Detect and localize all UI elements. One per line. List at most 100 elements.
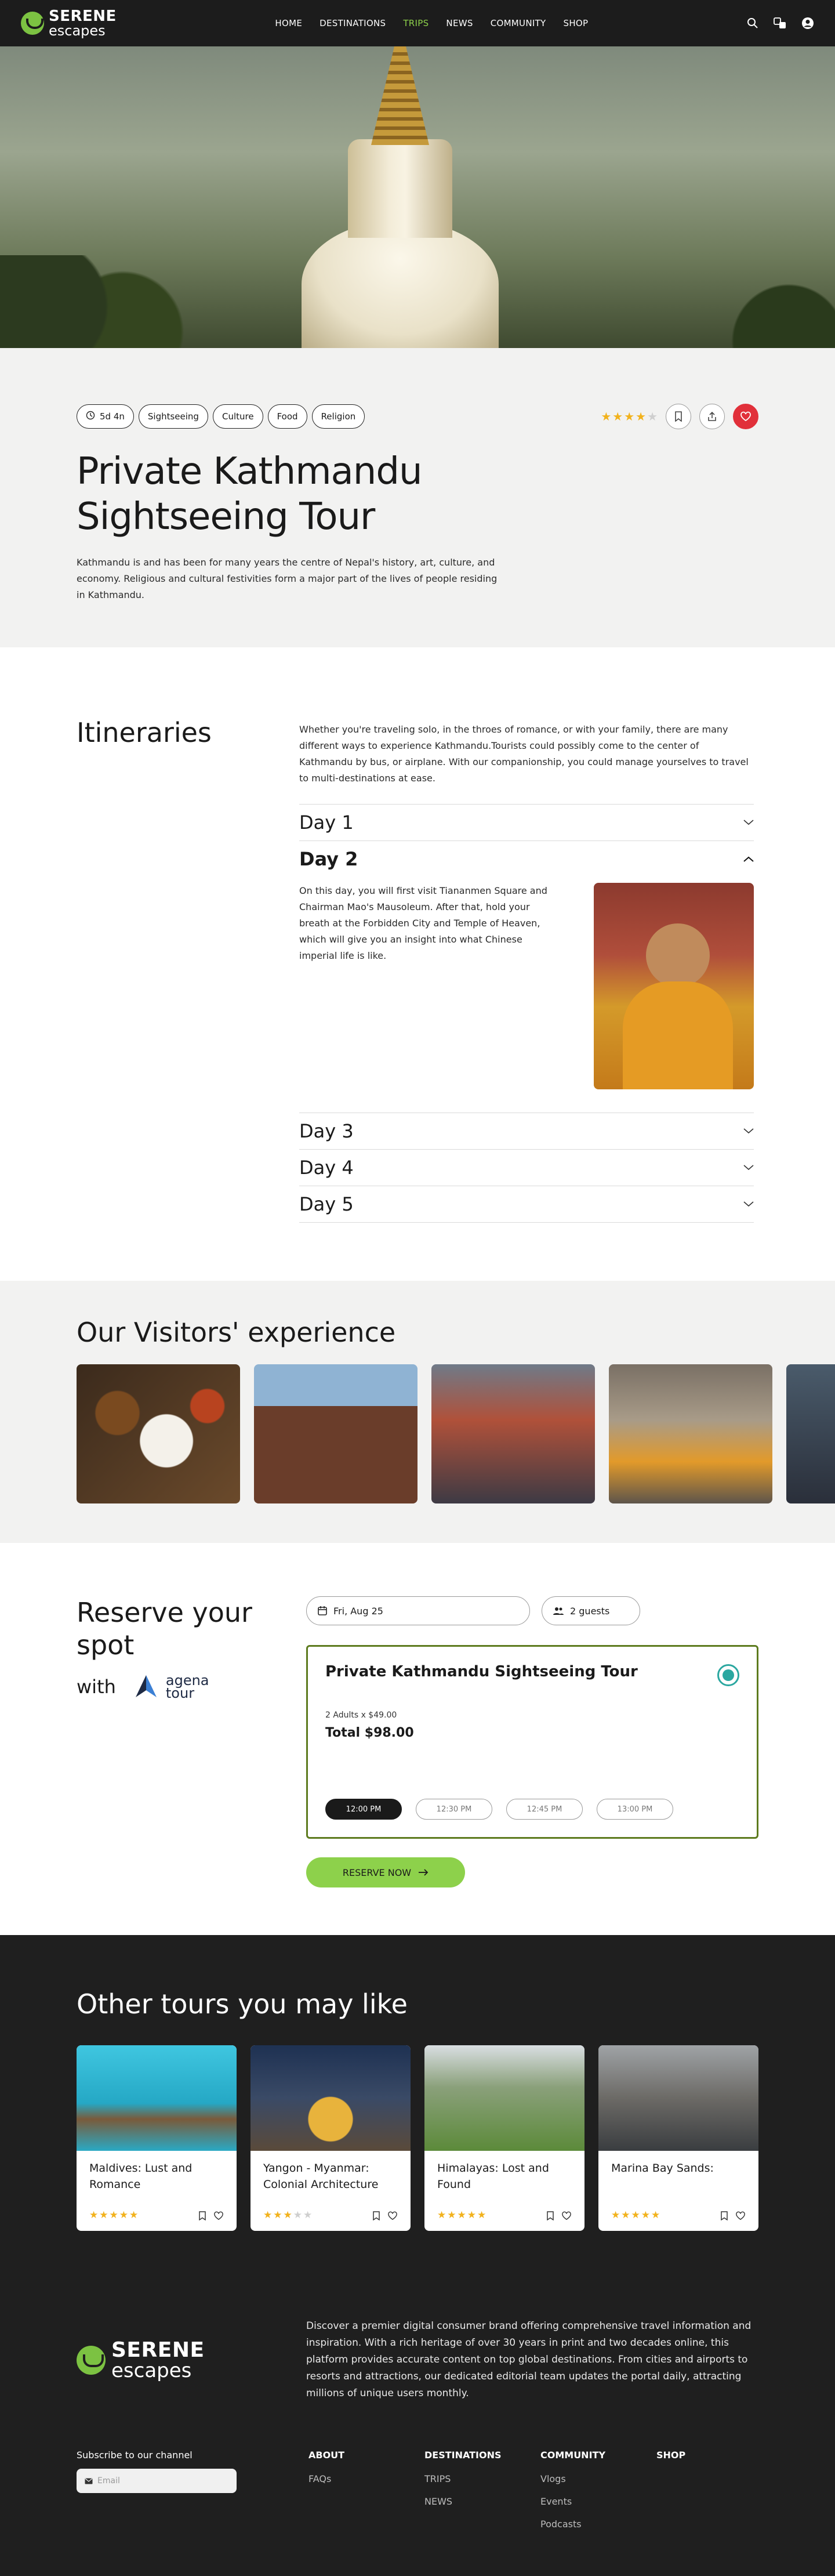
translate-icon[interactable] — [774, 17, 786, 30]
footer-col-heading[interactable]: COMMUNITY — [540, 2450, 656, 2461]
heart-icon[interactable] — [213, 2211, 224, 2220]
logo-line2: escapes — [49, 23, 106, 39]
logo-icon — [21, 12, 44, 35]
gallery-photo[interactable] — [431, 1364, 595, 1503]
tag-religion[interactable]: Religion — [311, 404, 365, 429]
nav-community[interactable]: COMMUNITY — [491, 18, 546, 28]
itineraries-section: Itineraries Whether you're traveling sol… — [0, 647, 835, 1281]
nav-shop[interactable]: SHOP — [564, 18, 589, 28]
star-filled-icon: ★ — [636, 410, 647, 423]
star-filled-icon: ★ — [651, 2209, 660, 2221]
partner-line2: tour — [165, 1685, 195, 1701]
day-toggle-5[interactable]: Day 5 — [299, 1186, 754, 1222]
logo[interactable]: SERENE escapes — [21, 9, 117, 38]
duration-label: 5d 4n — [100, 411, 125, 422]
duration-tag: 5d 4n — [77, 404, 134, 429]
gallery-photo[interactable] — [786, 1364, 835, 1503]
time-slot[interactable]: 12:30 PM — [416, 1799, 492, 1820]
star-filled-icon: ★ — [631, 2209, 640, 2221]
footer-link[interactable]: Vlogs — [540, 2473, 656, 2484]
tour-card[interactable]: Himalayas: Lost and Found ★ ★ ★ ★ ★ — [424, 2045, 584, 2231]
footer-col-heading[interactable]: ABOUT — [308, 2450, 424, 2461]
tour-name: Yangon - Myanmar: Colonial Architecture — [263, 2162, 379, 2191]
tag-sightseeing[interactable]: Sightseeing — [138, 404, 208, 429]
bookmark-icon[interactable] — [720, 2211, 728, 2220]
reserve-now-button[interactable]: RESERVE NOW — [306, 1857, 465, 1887]
day-details: On this day, you will first visit Tianan… — [299, 877, 754, 1113]
search-icon[interactable] — [747, 17, 758, 29]
footer-link[interactable]: Podcasts — [540, 2519, 656, 2530]
booking-option-card[interactable]: Private Kathmandu Sightseeing Tour 2 Adu… — [306, 1645, 758, 1839]
nav-trips[interactable]: TRIPS — [403, 18, 429, 28]
other-tours-heading: Other tours you may like — [77, 1988, 408, 2020]
footer-col-destinations: DESTINATIONS TRIPS NEWS — [424, 2450, 540, 2541]
itineraries-intro: Whether you're traveling solo, in the th… — [299, 724, 749, 784]
page-title: Private Kathmandu Sightseeing Tour — [77, 450, 423, 538]
day-label: Day 5 — [299, 1193, 354, 1215]
tag-food[interactable]: Food — [267, 404, 307, 429]
nav-destinations[interactable]: DESTINATIONS — [320, 18, 386, 28]
footer-link[interactable]: TRIPS — [424, 2473, 540, 2484]
tour-card[interactable]: Marina Bay Sands: ★ ★ ★ ★ ★ — [598, 2045, 758, 2231]
chevron-down-icon — [743, 1201, 754, 1207]
star-empty-icon: ★ — [293, 2209, 302, 2221]
footer-link[interactable]: NEWS — [424, 2496, 540, 2507]
nav-news[interactable]: NEWS — [446, 18, 473, 28]
tour-rating: ★ ★ ★ ★ ★ — [263, 2211, 312, 2220]
heart-icon[interactable] — [387, 2211, 398, 2220]
tour-name: Maldives: Lust and Romance — [89, 2162, 193, 2191]
day-label: Day 4 — [299, 1157, 354, 1179]
star-filled-icon: ★ — [467, 2209, 476, 2221]
nav-home[interactable]: HOME — [275, 18, 302, 28]
day-toggle-2[interactable]: Day 2 — [299, 841, 754, 877]
tour-card[interactable]: Yangon - Myanmar: Colonial Architecture … — [251, 2045, 411, 2231]
time-slot[interactable]: 13:00 PM — [597, 1799, 673, 1820]
bookmark-icon[interactable] — [198, 2211, 206, 2220]
day-toggle-3[interactable]: Day 3 — [299, 1113, 754, 1149]
day-toggle-1[interactable]: Day 1 — [299, 805, 754, 840]
footer-col-about: ABOUT FAQs — [308, 2450, 424, 2541]
email-placeholder: Email — [97, 2476, 120, 2486]
email-field[interactable]: Email — [77, 2469, 237, 2493]
tag-culture[interactable]: Culture — [212, 404, 263, 429]
logo-line1: SERENE — [49, 8, 117, 25]
reserve-now-label: RESERVE NOW — [342, 1867, 412, 1878]
itineraries-heading: Itineraries — [77, 717, 212, 748]
heart-icon[interactable] — [735, 2211, 746, 2220]
clock-icon — [86, 411, 95, 422]
tour-card[interactable]: Maldives: Lust and Romance ★ ★ ★ ★ ★ — [77, 2045, 237, 2231]
day-item-1: Day 1 — [299, 804, 754, 840]
star-filled-icon: ★ — [437, 2209, 446, 2221]
footer-col-community: COMMUNITY Vlogs Events Podcasts — [540, 2450, 656, 2541]
account-icon[interactable] — [801, 17, 814, 30]
footer-logo[interactable]: SERENE escapes — [77, 2318, 306, 2402]
footer-link[interactable]: Events — [540, 2496, 656, 2507]
guests-picker[interactable]: 2 guests — [542, 1596, 640, 1625]
tour-photo — [77, 2045, 237, 2151]
share-button[interactable] — [699, 404, 725, 429]
gallery-photo[interactable] — [254, 1364, 418, 1503]
day-label: Day 2 — [299, 848, 358, 870]
date-picker[interactable]: Fri, Aug 25 — [306, 1596, 530, 1625]
date-value: Fri, Aug 25 — [333, 1605, 383, 1617]
option-radio[interactable] — [717, 1664, 739, 1686]
bookmark-icon[interactable] — [372, 2211, 380, 2220]
footer-logo-line2: escapes — [111, 2358, 192, 2382]
footer-link[interactable]: FAQs — [308, 2473, 424, 2484]
time-slot-selected[interactable]: 12:00 PM — [325, 1799, 402, 1820]
gallery-photo[interactable] — [77, 1364, 240, 1503]
visitor-gallery[interactable] — [77, 1364, 835, 1503]
gallery-photo[interactable] — [609, 1364, 772, 1503]
bookmark-icon[interactable] — [546, 2211, 554, 2220]
footer-col-heading[interactable]: DESTINATIONS — [424, 2450, 540, 2461]
logo-icon — [77, 2345, 106, 2375]
footer-col-heading[interactable]: SHOP — [656, 2450, 758, 2461]
favorite-button[interactable] — [733, 404, 758, 429]
visitors-section: Our Visitors' experience — [0, 1281, 835, 1543]
heart-icon[interactable] — [561, 2211, 572, 2220]
day-toggle-4[interactable]: Day 4 — [299, 1150, 754, 1186]
chevron-down-icon — [743, 1128, 754, 1134]
star-filled-icon: ★ — [601, 410, 612, 423]
bookmark-button[interactable] — [666, 404, 691, 429]
time-slot[interactable]: 12:45 PM — [506, 1799, 583, 1820]
